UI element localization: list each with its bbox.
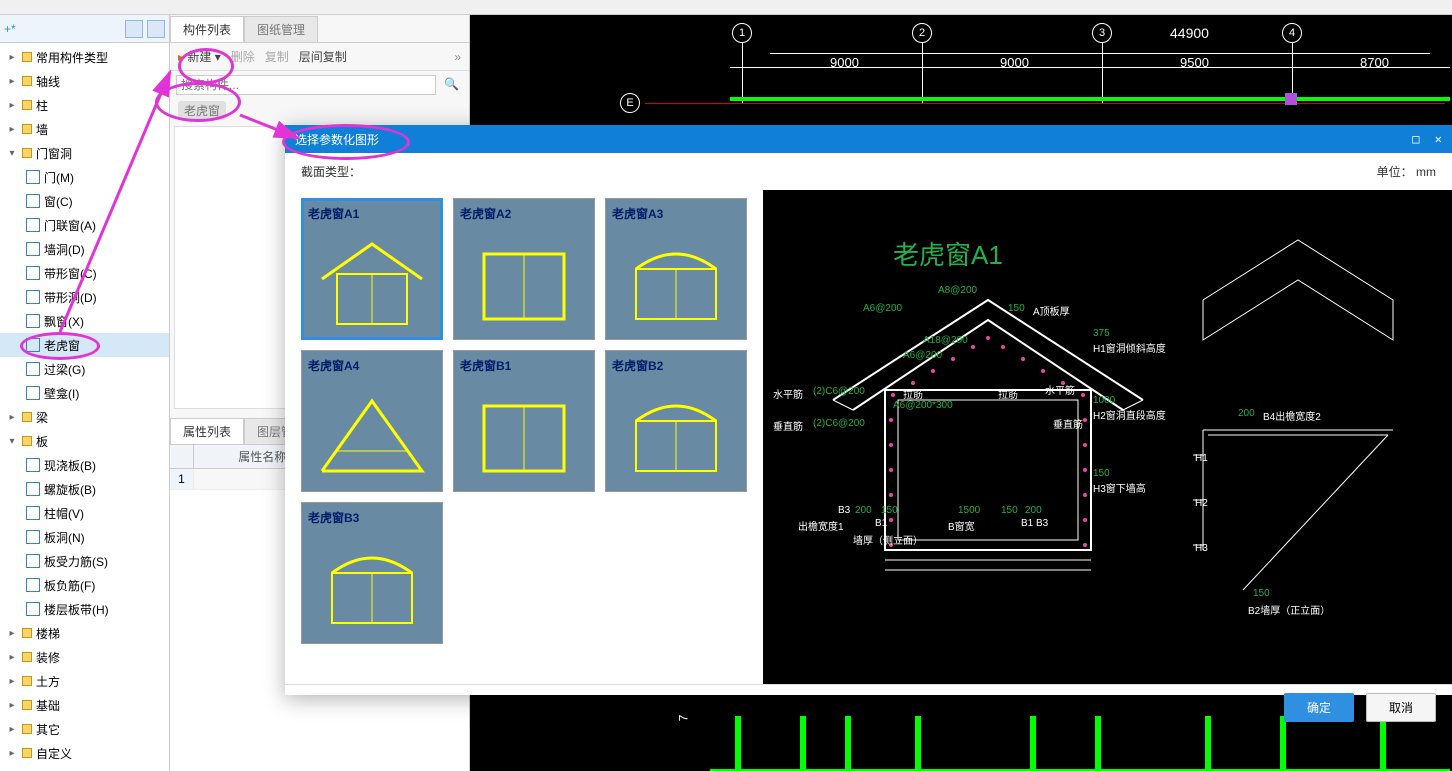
tab-properties[interactable]: 属性列表 [170,418,244,444]
shape-option[interactable]: 老虎窗B2 [605,350,747,492]
tree-group[interactable]: ▸其它 [0,717,169,741]
unit-label: 单位： mm [1377,163,1436,180]
tree-item[interactable]: 窗(C) [0,189,169,213]
search-icon[interactable]: 🔍 [440,75,463,95]
view-toggle-1[interactable] [125,20,143,38]
tab-drawing-mgmt[interactable]: 图纸管理 [244,16,318,42]
tree-item[interactable]: 螺旋板(B) [0,477,169,501]
tree-group[interactable]: ▸楼梯 [0,621,169,645]
tree-group[interactable]: ▸装修 [0,645,169,669]
tree-group[interactable]: ▸常用构件类型 [0,45,169,69]
tree-item[interactable]: 门联窗(A) [0,213,169,237]
shape-grid: 老虎窗A1老虎窗A2老虎窗A3 老虎窗A4老虎窗B1老虎窗B2 老虎窗B3 [285,190,763,684]
search-input[interactable] [176,75,436,95]
axis-marker: 4 [1282,23,1302,43]
mid-toolbar: ▸ 新建 ▾ 删除 复制 层间复制 » [170,43,469,71]
tree-item[interactable]: 板受力筋(S) [0,549,169,573]
dim-label: 9500 [1180,55,1209,70]
dim-label: 9000 [830,55,859,70]
total-dim: 44900 [1170,25,1209,41]
axis-marker: 2 [912,23,932,43]
tree-group[interactable]: ▸土方 [0,669,169,693]
tree-group[interactable]: ▸轴线 [0,69,169,93]
tree-item[interactable]: 过梁(G) [0,357,169,381]
parametric-shape-dialog: 选择参数化图形 □ ✕ 截面类型： 单位： mm 老虎窗A1老虎窗A2老虎窗A3… [285,125,1452,695]
dialog-titlebar[interactable]: 选择参数化图形 □ ✕ [285,125,1452,153]
close-icon[interactable]: ✕ [1435,132,1442,146]
tree-item[interactable]: 板洞(N) [0,525,169,549]
tree-item[interactable]: 柱帽(V) [0,501,169,525]
tree-item[interactable]: 门(M) [0,165,169,189]
tree-group[interactable]: ▾门窗洞 [0,141,169,165]
axis-marker-e: E [620,93,640,113]
maximize-icon[interactable]: □ [1412,132,1419,146]
mid-tabs: 构件列表 图纸管理 [170,15,469,43]
new-button[interactable]: ▸ 新建 ▾ [178,48,221,65]
tree-group[interactable]: ▸梁 [0,405,169,429]
copy-button[interactable]: 复制 [265,48,289,65]
shape-option[interactable]: 老虎窗B3 [301,502,443,644]
shape-preview[interactable]: 老虎窗A1 [763,190,1452,684]
section-type-label: 截面类型： [301,163,361,180]
tree-group[interactable]: ▸柱 [0,93,169,117]
tree-toolbar: +* [0,15,169,43]
tree-group[interactable]: ▸基础 [0,693,169,717]
shape-option[interactable]: 老虎窗A2 [453,198,595,340]
tree-group[interactable]: ▾板 [0,429,169,453]
tree-item[interactable]: 墙洞(D) [0,237,169,261]
dim-label: 8700 [1360,55,1389,70]
preview-title: 老虎窗A1 [893,235,1003,272]
tab-component-list[interactable]: 构件列表 [170,16,244,42]
tree-item[interactable]: 现浇板(B) [0,453,169,477]
tree-item[interactable]: 飘窗(X) [0,309,169,333]
dialog-title: 选择参数化图形 [295,131,379,148]
cancel-button[interactable]: 取消 [1366,693,1436,722]
component-tree-panel: +* ▸常用构件类型▸轴线▸柱▸墙▾门窗洞门(M)窗(C)门联窗(A)墙洞(D)… [0,15,170,771]
tree-item[interactable]: 楼层板带(H) [0,597,169,621]
tree-item[interactable]: 板负筋(F) [0,573,169,597]
delete-button[interactable]: 删除 [231,48,255,65]
tree-item[interactable]: 老虎窗 [0,333,169,357]
shape-option[interactable]: 老虎窗B1 [453,350,595,492]
ok-button[interactable]: 确定 [1284,693,1354,722]
tree-group[interactable]: ▸墙 [0,117,169,141]
more-menu[interactable]: » [454,50,461,64]
tree-item[interactable]: 壁龛(I) [0,381,169,405]
shape-option[interactable]: 老虎窗A3 [605,198,747,340]
tree-item[interactable]: 带形窗(C) [0,261,169,285]
shape-option[interactable]: 老虎窗A4 [301,350,443,492]
tree-group[interactable]: ▸自定义 [0,741,169,765]
view-toggle-2[interactable] [147,20,165,38]
filter-chip[interactable]: 老虎窗 [178,101,226,120]
tree-item[interactable]: 带形洞(D) [0,285,169,309]
add-icon[interactable]: +* [4,22,16,36]
floor-copy-button[interactable]: 层间复制 [299,48,347,65]
dim-label: 9000 [1000,55,1029,70]
axis-marker: 3 [1092,23,1112,43]
shape-option[interactable]: 老虎窗A1 [301,198,443,340]
axis-marker: 1 [732,23,752,43]
